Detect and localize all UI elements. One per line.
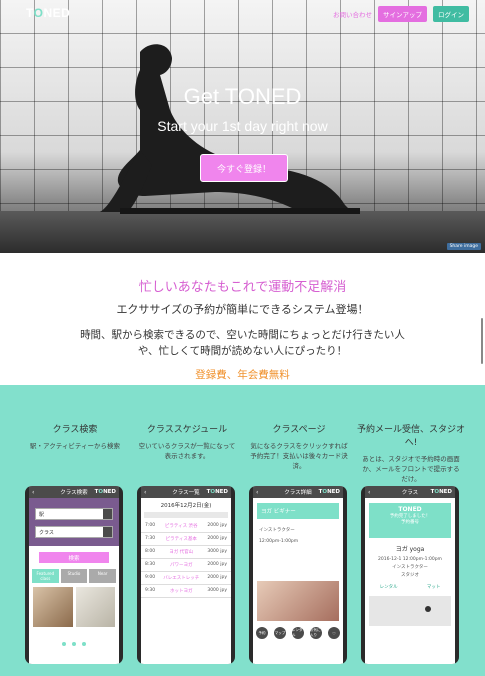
reserved-studio: スタジオ	[401, 573, 419, 578]
feature-class-schedule: クラススケジュール 空いているクラスが一覧になって表示されます。	[132, 385, 242, 461]
schedule-row: 8:00 ヨガ 代官山 3000 jpy	[141, 546, 231, 559]
schedule-row: 9:00 バレエストレッチ 2000 jpy	[141, 572, 231, 585]
map-pin-icon	[425, 606, 431, 612]
hero-banner: TONED お問い合わせ サインアップ ログイン Get TONED Start…	[0, 0, 485, 253]
feature-title: クラススケジュール	[146, 425, 228, 435]
class-title: ヨガ ビギナー	[257, 503, 339, 519]
schedule-row: 8:30 パワーヨガ 2000 jpy	[141, 559, 231, 572]
hero-subtitle: Start your 1st day right now	[157, 118, 328, 134]
hero-title: Get TONED	[183, 84, 302, 109]
search-button: 検索	[39, 552, 109, 563]
back-icon: ‹	[256, 488, 259, 496]
schedule-row: 9:30 ホットヨガ 3000 jpy	[141, 585, 231, 598]
reservation-card: TONED 予約完了しました！ 予約番号	[369, 503, 451, 538]
feature-desc: 気になるクラスをクリックすれば予約完了！支払いは後々カード決済。	[250, 442, 348, 470]
reserved-class-name: ヨガ yoga	[395, 546, 425, 553]
back-icon: ‹	[144, 488, 147, 496]
feature-desc: あとは、スタジオで予約時の画面か、メールをフロントで提示するだけ。	[362, 455, 460, 483]
schedule-date: 2016年12月2日(金)	[160, 503, 212, 509]
top-nav: お問い合わせ サインアップ ログイン	[333, 6, 469, 22]
class-time: 12:00pm-1:00pm	[259, 539, 299, 544]
class-info: インストラクター	[259, 528, 295, 533]
class-actions: 予約 マップ レンタル お気に入り ♡	[253, 627, 343, 639]
feature-class-search: クラス検索 駅・アクティビティーから検索	[20, 385, 130, 451]
phone-mock-schedule: ‹ クラス一覧 TONED 2016年12月2日(金) 7:00 ピラティス 渋谷 20…	[137, 486, 235, 664]
register-now-button[interactable]: 今すぐ登録！	[200, 154, 288, 182]
map-thumbnail	[369, 596, 451, 626]
feature-title: クラス検索	[52, 425, 98, 435]
back-icon: ‹	[368, 488, 371, 496]
featured-photos	[33, 587, 115, 627]
signup-button[interactable]: サインアップ	[378, 6, 427, 22]
search-tabs: Featured class Studio Near	[32, 569, 117, 583]
phone-mock-reservation: ‹ クラス TONED TONED 予約完了しました！ 予約番号 ヨガ yoga 2…	[361, 486, 459, 664]
reserved-time: 2016-12-1 12:00pm-1:00pm	[378, 557, 442, 562]
feature-class-page: クラスページ 気になるクラスをクリックすれば予約完了！支払いは後々カード決済。	[244, 385, 354, 471]
reservation-links: レンタル マット	[379, 585, 441, 590]
feature-title: 予約メール受信、スタジオへ!	[356, 425, 465, 448]
feature-title: クラスページ	[272, 425, 326, 435]
free-fee-note: 登録費、年会費無料	[195, 369, 290, 381]
login-button[interactable]: ログイン	[433, 6, 469, 22]
intro-body: 時間、駅から検索できるので、空いた時間にちょっとだけ行きたい人 や、忙しくて時間…	[80, 329, 405, 357]
phone-mock-search: ‹ クラス検索 TONED 駅 クラス 検索 Featured class Stud…	[25, 486, 123, 664]
feature-reservation-mail: 予約メール受信、スタジオへ! あとは、スタジオで予約時の画面か、メールをフロント…	[356, 385, 466, 484]
contact-link[interactable]: お問い合わせ	[333, 9, 372, 19]
reserved-instructor: インストラクター	[392, 565, 428, 570]
intro-section: 忙しいあなたもこれで運動不足解消 エクササイズの予約が簡単にできるシステム登場！…	[0, 276, 485, 382]
schedule-row: 7:00 ピラティス 渋谷 2000 jpy	[141, 520, 231, 533]
intro-subhead: エクササイズの予約が簡単にできるシステム登場！	[116, 303, 369, 316]
scrollbar[interactable]	[481, 318, 483, 364]
station-select: 駅	[35, 508, 113, 520]
class-photo	[257, 581, 339, 621]
brand-logo[interactable]: TONED	[26, 6, 70, 20]
schedule-row: 7:30 ピラティス基本 2000 jpy	[141, 533, 231, 546]
back-icon: ‹	[32, 488, 35, 496]
feature-desc: 駅・アクティビティーから検索	[30, 442, 120, 450]
share-image-button[interactable]: Share image	[446, 243, 481, 250]
class-select: クラス	[35, 526, 113, 538]
intro-headline: 忙しいあなたもこれで運動不足解消	[138, 280, 347, 295]
search-bg: 駅 クラス	[29, 498, 119, 546]
phone-mock-class-page: ‹ クラス詳細 TONED ヨガ ビギナー インストラクター 12:00pm-1:0…	[249, 486, 347, 664]
feature-desc: 空いているクラスが一覧になって表示されます。	[138, 442, 236, 460]
